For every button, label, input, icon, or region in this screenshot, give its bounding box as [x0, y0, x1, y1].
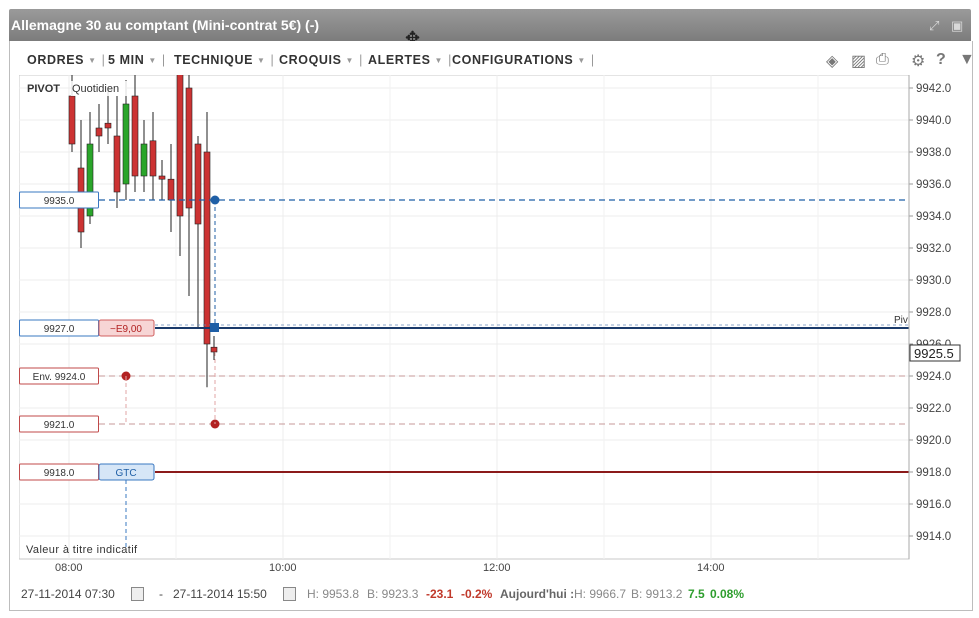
candle-down: [194, 143, 202, 225]
menu-technique[interactable]: TECHNIQUE ▼ |: [174, 53, 274, 67]
range-from: 27-11-2014 07:30: [21, 587, 115, 601]
status-footer: 27-11-2014 07:30 - 27-11-2014 15:50 H: 9…: [19, 585, 969, 605]
menu-configurations[interactable]: CONFIGURATIONS ▼ |: [452, 53, 595, 67]
y-tick-label: 9936.0: [916, 179, 951, 191]
candle-down: [203, 151, 211, 345]
x-tick-label: 10:00: [269, 562, 297, 574]
y-tick-label: 9934.0: [916, 211, 951, 223]
expand-icon[interactable]: ⤢: [929, 18, 939, 34]
pin-icon[interactable]: ▼: [959, 51, 975, 69]
y-tick-label: 9932.0: [916, 243, 951, 255]
help-icon[interactable]: ?: [936, 51, 946, 69]
pivot-label: PIVOT: [27, 83, 60, 95]
order-price-label: 9918.0: [44, 468, 75, 479]
current-price: 9925.5: [914, 346, 954, 361]
y-tick-label: 9920.0: [916, 435, 951, 447]
y-tick-label: 9942.0: [916, 83, 951, 95]
menu-interval[interactable]: 5 MIN ▼ |: [108, 53, 166, 67]
candle-down: [104, 122, 112, 129]
today-change-pct: 0.08%: [710, 587, 745, 601]
session-high: H: 9953.8: [307, 587, 360, 601]
today-label: Aujourd'hui :: [500, 587, 575, 601]
candle-down: [68, 95, 76, 145]
y-tick-label: 9930.0: [916, 275, 951, 287]
app-window: Allemagne 30 au comptant (Mini-contrat 5…: [0, 0, 979, 618]
candle-down: [167, 178, 175, 201]
y-axis: 9942.0 9940.0 9938.0 9936.0 9934.0 9932.0 9930…: [908, 75, 951, 559]
y-tick-label: 9922.0: [916, 403, 951, 415]
menu-alertes[interactable]: ALERTES ▼ |: [368, 53, 452, 67]
order-price-label: 9927.0: [44, 324, 75, 335]
title-bar[interactable]: Allemagne 30 au comptant (Mini-contrat 5…: [9, 9, 971, 41]
y-tick-label: 9924.0: [916, 371, 951, 383]
menu-ordres[interactable]: ORDRES ▼ |: [27, 53, 105, 67]
y-tick-label: 9940.0: [916, 115, 951, 127]
calendar-from-icon[interactable]: [131, 587, 144, 601]
candle-down: [95, 127, 103, 137]
pivot-period: Quotidien: [72, 83, 119, 95]
y-tick-label: 9918.0: [916, 467, 951, 479]
order-tag-label: GTC: [115, 468, 136, 479]
y-tick-label: 9928.0: [916, 307, 951, 319]
image-icon[interactable]: ▨: [851, 51, 866, 71]
candle-down: [131, 95, 139, 177]
candle-up: [122, 103, 130, 185]
candle-down: [176, 75, 184, 217]
candle-down: [149, 140, 157, 177]
x-tick-label: 12:00: [483, 562, 511, 574]
y-tick-label: 9916.0: [916, 499, 951, 511]
layers-icon[interactable]: ◈: [826, 51, 838, 71]
y-tick-label: 9938.0: [916, 147, 951, 159]
order-price-label: Env. 9924.0: [33, 372, 86, 383]
window-title: Allemagne 30 au comptant (Mini-contrat 5…: [11, 17, 320, 33]
x-axis: 08:00 10:00 12:00 14:00: [55, 562, 725, 574]
session-change-pct: -0.2%: [461, 587, 493, 601]
order-price-label: 9935.0: [44, 196, 75, 207]
x-tick-label: 14:00: [697, 562, 725, 574]
maximize-icon[interactable]: ▣: [951, 18, 963, 34]
session-low: B: 9923.3: [367, 587, 419, 601]
range-to: 27-11-2014 15:50: [173, 587, 267, 601]
print-icon[interactable]: ⎙: [876, 51, 889, 69]
price-chart[interactable]: 9942.0 9940.0 9938.0 9936.0 9934.0 9932.0 9930…: [19, 75, 969, 577]
today-low: B: 9913.2: [631, 587, 683, 601]
order-price-label: 9921.0: [44, 420, 75, 431]
candle-down: [158, 175, 166, 180]
today-high: H: 9966.7: [574, 587, 627, 601]
indicative-note: Valeur à titre indicatif: [26, 544, 138, 556]
toolbar: ORDRES ▼ | 5 MIN ▼ | TECHNIQUE ▼ | CROQUIS ▼ | A…: [11, 43, 975, 75]
order-tag-label: −E9,00: [110, 324, 142, 335]
gear-icon[interactable]: ⚙: [911, 51, 925, 71]
session-change: -23.1: [426, 587, 454, 601]
today-change: 7.5: [688, 587, 705, 601]
y-tick-label: 9914.0: [916, 531, 951, 543]
candle-down: [185, 87, 193, 209]
calendar-to-icon[interactable]: [283, 587, 296, 601]
candle-down: [113, 135, 121, 193]
pivot-handle: [210, 323, 219, 332]
pivot-line-label: Piv: [894, 315, 908, 326]
range-dash: -: [159, 587, 163, 601]
candle-up: [140, 143, 148, 177]
menu-croquis[interactable]: CROQUIS ▼ |: [279, 53, 363, 67]
candle-down: [210, 346, 218, 353]
x-tick-label: 08:00: [55, 562, 83, 574]
